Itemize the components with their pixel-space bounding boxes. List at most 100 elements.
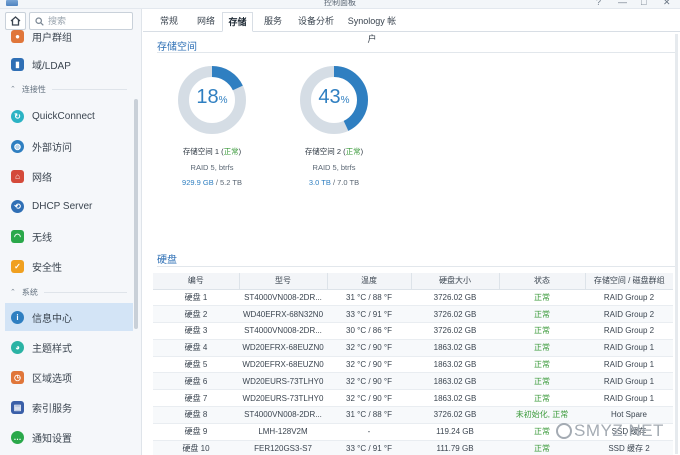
- disk-size-cell: 1863.02 GB: [411, 356, 499, 374]
- table-row[interactable]: 硬盘 1 ST4000VN008-2DR... 31 °C / 88 °F 3726.…: [153, 289, 673, 307]
- tab-network[interactable]: 网络: [189, 12, 223, 32]
- disk-temperature-cell: 32 °C / 90 °F: [327, 339, 411, 357]
- sidebar-item-ldap[interactable]: ▮ 域/LDAP: [0, 50, 133, 78]
- sidebar-scrollbar[interactable]: [134, 99, 138, 329]
- sidebar-item-external-access[interactable]: ◍ 外部访问: [0, 132, 133, 160]
- volume-card-2[interactable]: 43% 存储空间 2 (正常) RAID 5, btrfs 3.0 TB / 7…: [274, 64, 394, 187]
- minimize-button[interactable]: —: [618, 0, 627, 7]
- column-header-volume-group[interactable]: 存储空间 / 磁盘群组: [585, 273, 673, 290]
- section-header-system[interactable]: ⌃ 系统: [0, 285, 133, 299]
- volume-name: 存储空间 2 (正常): [304, 147, 364, 156]
- sidebar-item-info-center[interactable]: i 信息中心: [5, 303, 133, 331]
- disk-size-cell: 1863.02 GB: [411, 339, 499, 357]
- disk-model-cell: WD40EFRX-68N32N0: [239, 305, 327, 324]
- house-network-icon: ⌂: [11, 169, 24, 183]
- sidebar-item-network[interactable]: ⌂ 网络: [0, 162, 133, 190]
- disk-size-cell: 3726.02 GB: [411, 305, 499, 324]
- disk-group-cell: SSD 缓存 2: [585, 440, 673, 455]
- sidebar-item-label: 索引服务: [32, 403, 72, 415]
- tab-general[interactable]: 常规: [152, 12, 186, 32]
- sidebar-item-indexing[interactable]: ▤ 索引服务: [0, 393, 133, 421]
- close-button[interactable]: ✕: [663, 0, 671, 7]
- shield-icon: ✓: [11, 259, 24, 273]
- disk-id-cell: 硬盘 9: [153, 423, 239, 441]
- help-button[interactable]: ?: [596, 0, 601, 7]
- disk-model-cell: WD20EURS-73TLHY0: [239, 372, 327, 391]
- tab-storage[interactable]: 存储: [222, 12, 253, 32]
- sidebar-item-label: 信息中心: [32, 313, 72, 325]
- disk-id-cell: 硬盘 8: [153, 406, 239, 424]
- disk-id-cell: 硬盘 4: [153, 339, 239, 357]
- disk-status-cell: 正常: [499, 305, 585, 324]
- table-row[interactable]: 硬盘 5 WD20EFRX-68EUZN0 32 °C / 90 °F 1863.02…: [153, 356, 673, 374]
- disk-temperature-cell: 31 °C / 88 °F: [327, 289, 411, 307]
- users-icon: ●: [11, 29, 24, 43]
- section-header-connectivity[interactable]: ⌃ 连接性: [0, 82, 133, 96]
- disk-temperature-cell: -: [327, 423, 411, 441]
- volume-name: 存储空间 1 (正常): [182, 147, 242, 156]
- disk-size-cell: 3726.02 GB: [411, 322, 499, 340]
- disk-size-cell: 3726.02 GB: [411, 406, 499, 424]
- disk-temperature-cell: 31 °C / 88 °F: [327, 406, 411, 424]
- disk-temperature-cell: 32 °C / 90 °F: [327, 372, 411, 391]
- disk-status-cell: 正常: [499, 440, 585, 455]
- sidebar-item-label: 域/LDAP: [32, 60, 71, 72]
- tab-device-analytics[interactable]: 设备分析: [294, 12, 338, 32]
- table-row[interactable]: 硬盘 10 FER120GS3-S7 33 °C / 91 °F 111.79 GB 正…: [153, 440, 673, 455]
- tab-services[interactable]: 服务: [256, 12, 290, 32]
- sidebar-item-label: 通知设置: [32, 433, 72, 445]
- disk-status-cell: 正常: [499, 339, 585, 357]
- window-title: 控制面板: [324, 0, 356, 7]
- disk-group-cell: RAID Group 2: [585, 322, 673, 340]
- table-row[interactable]: 硬盘 3 ST4000VN008-2DR... 30 °C / 86 °F 3726.…: [153, 322, 673, 340]
- quickconnect-icon: ↻: [11, 109, 24, 123]
- volume-size: 3.0 TB / 7.0 TB: [308, 178, 360, 187]
- divider: [43, 291, 127, 293]
- table-row[interactable]: 硬盘 6 WD20EURS-73TLHY0 32 °C / 90 °F 1863.02…: [153, 372, 673, 391]
- volume-card-1[interactable]: 18% 存储空间 1 (正常) RAID 5, btrfs 929.9 GB /…: [152, 64, 272, 187]
- column-header-temperature[interactable]: 温度: [327, 273, 412, 290]
- sidebar-item-dhcp[interactable]: ⟲ DHCP Server: [0, 192, 133, 220]
- sidebar-item-notification[interactable]: … 通知设置: [0, 423, 133, 451]
- sidebar-item-label: 无线: [32, 232, 52, 244]
- table-row[interactable]: 硬盘 2 WD40EFRX-68N32N0 33 °C / 91 °F 3726.02…: [153, 305, 673, 324]
- tab-bar: 常规 网络 存储 服务 设备分析 Synology 帐户: [143, 9, 680, 44]
- sidebar-item-wireless[interactable]: ◠ 无线: [0, 222, 133, 250]
- disk-group-cell: RAID Group 2: [585, 289, 673, 307]
- sidebar-item-users[interactable]: ● 用户群组: [0, 22, 133, 50]
- disk-size-cell: 3726.02 GB: [411, 289, 499, 307]
- chat-bubble-icon: …: [11, 430, 24, 444]
- divider: [51, 88, 127, 90]
- disks-section-title: 硬盘: [157, 255, 177, 266]
- sidebar-item-label: 主题样式: [32, 343, 72, 355]
- sidebar-item-quickconnect[interactable]: ↻ QuickConnect: [0, 102, 133, 130]
- sidebar-item-label: QuickConnect: [32, 110, 95, 122]
- calendar-clock-icon: ◷: [11, 370, 24, 384]
- disk-status-cell: 正常: [499, 322, 585, 340]
- sidebar-item-label: 区域选项: [32, 373, 72, 385]
- disk-group-cell: RAID Group 2: [585, 305, 673, 324]
- usage-percent: 43%: [318, 86, 350, 108]
- main-scrollbar[interactable]: [675, 34, 678, 454]
- disk-model-cell: ST4000VN008-2DR...: [239, 322, 327, 340]
- tab-synology-account[interactable]: Synology 帐户: [344, 12, 400, 44]
- disk-id-cell: 硬盘 7: [153, 389, 239, 408]
- globe-icon: ◍: [11, 139, 24, 153]
- disk-model-cell: WD20EFRX-68EUZN0: [239, 356, 327, 374]
- disk-group-cell: RAID Group 1: [585, 389, 673, 408]
- sidebar-item-regional[interactable]: ◷ 区域选项: [0, 363, 133, 391]
- column-header-model[interactable]: 型号: [239, 273, 328, 290]
- maximize-button[interactable]: □: [641, 0, 646, 7]
- disk-group-cell: RAID Group 1: [585, 356, 673, 374]
- info-icon: i: [11, 310, 24, 324]
- disk-id-cell: 硬盘 1: [153, 289, 239, 307]
- table-row[interactable]: 硬盘 4 WD20EFRX-68EUZN0 32 °C / 90 °F 1863.02…: [153, 339, 673, 357]
- column-header-id[interactable]: 编号: [153, 273, 240, 290]
- column-header-size[interactable]: 硬盘大小: [411, 273, 500, 290]
- sidebar-item-security[interactable]: ✓ 安全性: [0, 252, 133, 280]
- disk-status-cell: 正常: [499, 389, 585, 408]
- disk-id-cell: 硬盘 6: [153, 372, 239, 391]
- column-header-status[interactable]: 状态: [499, 273, 586, 290]
- sidebar-item-theme[interactable]: ◕ 主题样式: [0, 333, 133, 361]
- table-row[interactable]: 硬盘 7 WD20EURS-73TLHY0 32 °C / 90 °F 1863.02…: [153, 389, 673, 408]
